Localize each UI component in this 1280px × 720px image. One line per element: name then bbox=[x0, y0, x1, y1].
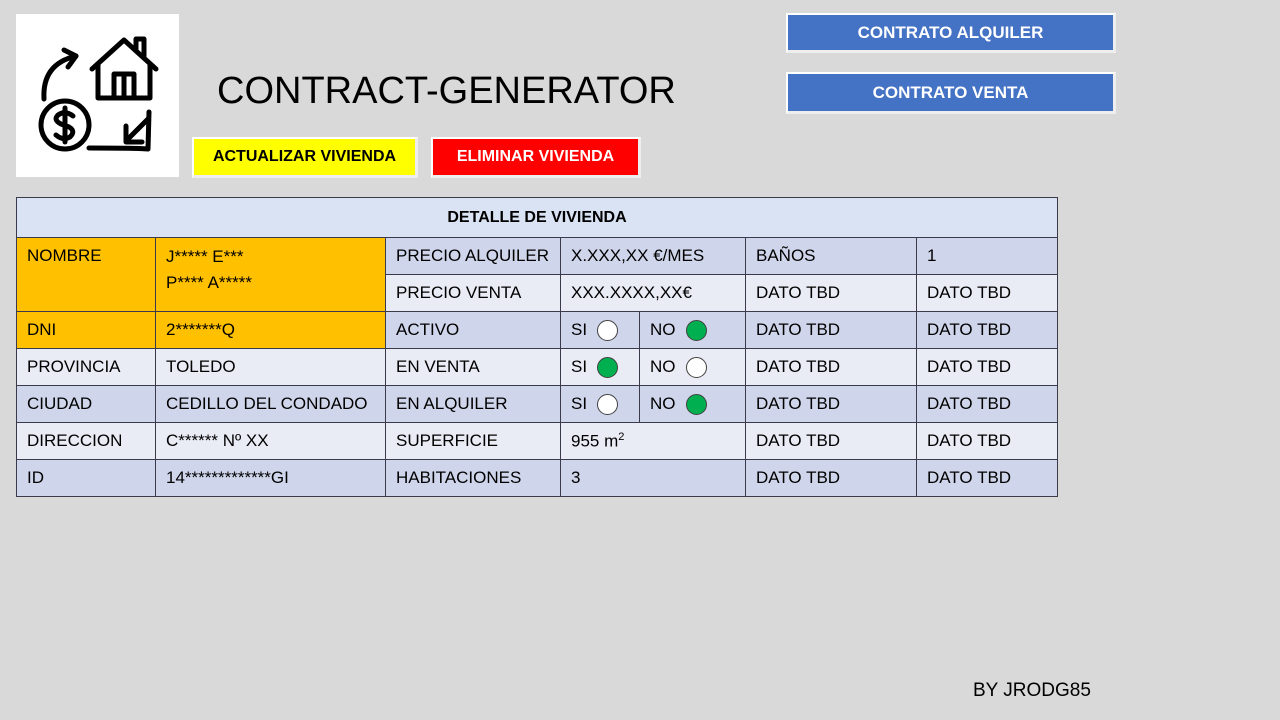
dni-label: DNI bbox=[16, 311, 156, 349]
no-label: NO bbox=[650, 394, 676, 413]
tbd-label: DATO TBD bbox=[745, 459, 917, 497]
si-label: SI bbox=[571, 357, 588, 376]
table-row: DNI 2*******Q ACTIVO SI NO DATO TBD DATO… bbox=[16, 311, 1059, 349]
precio-alquiler-value[interactable]: X.XXX,XX €/MES bbox=[560, 237, 746, 275]
en-alquiler-no-radio[interactable] bbox=[685, 393, 707, 415]
sale-contract-button[interactable]: CONTRATO VENTA bbox=[786, 72, 1116, 114]
table-title: DETALLE DE VIVIENDA bbox=[15, 197, 1059, 238]
table-row: ID 14*************GI HABITACIONES 3 DATO… bbox=[16, 459, 1059, 497]
tbd-label: DATO TBD bbox=[745, 348, 917, 386]
en-venta-si-radio[interactable] bbox=[597, 356, 619, 378]
superficie-label: SUPERFICIE bbox=[385, 422, 561, 460]
rent-contract-button[interactable]: CONTRATO ALQUILER bbox=[786, 13, 1116, 53]
en-alquiler-si-radio[interactable] bbox=[597, 393, 619, 415]
en-venta-no-radio[interactable] bbox=[685, 356, 707, 378]
ciudad-label: CIUDAD bbox=[16, 385, 156, 423]
activo-no-option[interactable]: NO bbox=[639, 311, 746, 349]
logo bbox=[16, 14, 179, 177]
tbd-value[interactable]: DATO TBD bbox=[915, 385, 1059, 423]
table-row: DIRECCION C****** Nº XX SUPERFICIE 955 m… bbox=[16, 422, 1059, 460]
banos-value[interactable]: 1 bbox=[915, 237, 1059, 275]
precio-alquiler-label: PRECIO ALQUILER bbox=[385, 237, 561, 275]
en-venta-label: EN VENTA bbox=[385, 348, 561, 386]
si-label: SI bbox=[571, 320, 588, 339]
no-label: NO bbox=[650, 357, 676, 376]
tbd-value[interactable]: DATO TBD bbox=[915, 311, 1059, 349]
superficie-unit-exponent: 2 bbox=[618, 430, 625, 443]
tbd-value[interactable]: DATO TBD bbox=[915, 274, 1059, 312]
en-alquiler-label: EN ALQUILER bbox=[385, 385, 561, 423]
tbd-label: DATO TBD bbox=[745, 274, 917, 312]
activo-si-radio[interactable] bbox=[597, 319, 619, 341]
si-label: SI bbox=[571, 394, 588, 413]
id-value[interactable]: 14*************GI bbox=[155, 459, 386, 497]
tbd-label: DATO TBD bbox=[745, 385, 917, 423]
id-label: ID bbox=[16, 459, 156, 497]
precio-venta-value[interactable]: XXX.XXXX,XX€ bbox=[560, 274, 746, 312]
tbd-label: DATO TBD bbox=[745, 311, 917, 349]
activo-label: ACTIVO bbox=[385, 311, 561, 349]
tbd-value[interactable]: DATO TBD bbox=[915, 348, 1059, 386]
en-alquiler-no-option[interactable]: NO bbox=[639, 385, 746, 423]
nombre-line-2: P**** A***** bbox=[166, 273, 253, 292]
author-credit: BY JRODG85 bbox=[973, 680, 1091, 701]
dni-value[interactable]: 2*******Q bbox=[155, 311, 386, 349]
app-title: CONTRACT-GENERATOR bbox=[217, 70, 676, 112]
en-venta-si-option[interactable]: SI bbox=[560, 348, 640, 386]
provincia-value[interactable]: TOLEDO bbox=[155, 348, 386, 386]
table-row: PROVINCIA TOLEDO EN VENTA SI NO DATO TBD… bbox=[16, 348, 1059, 386]
habitaciones-value[interactable]: 3 bbox=[560, 459, 746, 497]
tbd-label: DATO TBD bbox=[745, 422, 917, 460]
direccion-label: DIRECCION bbox=[16, 422, 156, 460]
direccion-value[interactable]: C****** Nº XX bbox=[155, 422, 386, 460]
tbd-value[interactable]: DATO TBD bbox=[915, 459, 1059, 497]
nombre-label: NOMBRE bbox=[16, 237, 156, 312]
no-label: NO bbox=[650, 320, 676, 339]
habitaciones-label: HABITACIONES bbox=[385, 459, 561, 497]
table-row: NOMBRE J***** E*** P**** A***** PRECIO AL… bbox=[16, 237, 1059, 312]
ciudad-value[interactable]: CEDILLO DEL CONDADO bbox=[155, 385, 386, 423]
activo-si-option[interactable]: SI bbox=[560, 311, 640, 349]
house-money-exchange-icon bbox=[38, 36, 159, 152]
table-row: CIUDAD CEDILLO DEL CONDADO EN ALQUILER S… bbox=[16, 385, 1059, 423]
precio-venta-label: PRECIO VENTA bbox=[385, 274, 561, 312]
nombre-value[interactable]: J***** E*** P**** A***** bbox=[155, 237, 386, 312]
nombre-line-1: J***** E*** bbox=[166, 247, 244, 266]
en-venta-no-option[interactable]: NO bbox=[639, 348, 746, 386]
superficie-value[interactable]: 955 m2 bbox=[560, 422, 746, 460]
property-detail-table: DETALLE DE VIVIENDA NOMBRE J***** E*** P*… bbox=[15, 197, 1059, 497]
en-alquiler-si-option[interactable]: SI bbox=[560, 385, 640, 423]
delete-property-button[interactable]: ELIMINAR VIVIENDA bbox=[431, 137, 641, 178]
tbd-value[interactable]: DATO TBD bbox=[915, 422, 1059, 460]
provincia-label: PROVINCIA bbox=[16, 348, 156, 386]
banos-label: BAÑOS bbox=[745, 237, 917, 275]
superficie-number: 955 m bbox=[571, 431, 619, 451]
update-property-button[interactable]: ACTUALIZAR VIVIENDA bbox=[192, 137, 418, 178]
activo-no-radio[interactable] bbox=[685, 319, 707, 341]
app-page: CONTRACT-GENERATOR CONTRATO ALQUILER CON… bbox=[0, 0, 1280, 720]
